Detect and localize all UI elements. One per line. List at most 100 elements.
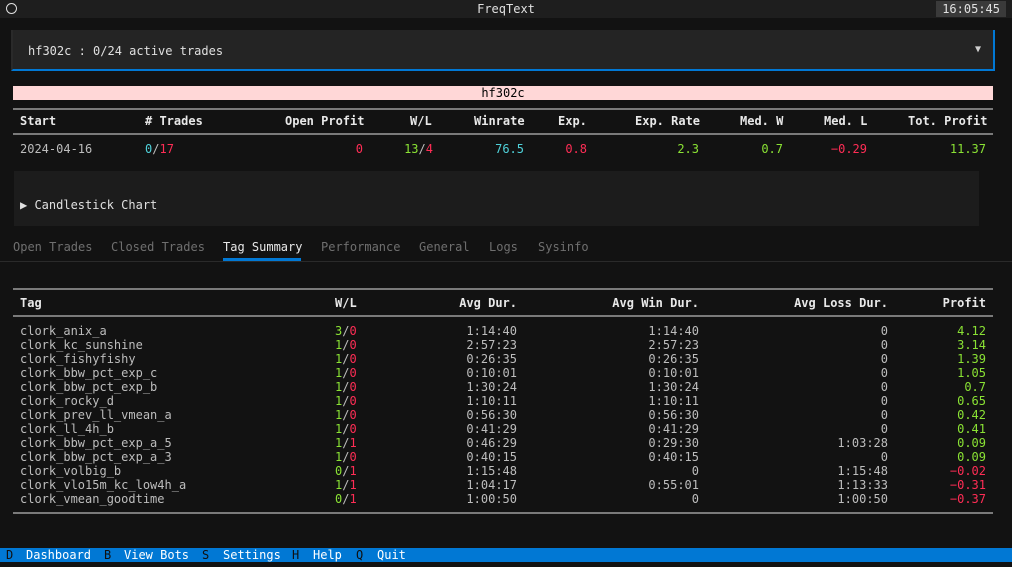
tag-avg-dur: 1:10:11 <box>466 394 517 408</box>
tag-name: clork_bbw_pct_exp_b <box>20 380 158 394</box>
title-bar: FreqText 16:05:45 <box>0 0 1012 18</box>
tag-wl: 1/0 <box>335 352 357 366</box>
tag-name: clork_vlo15m_kc_low4h_a <box>20 478 187 492</box>
tag-wl: 0/1 <box>335 492 357 506</box>
summary-header-tot-profit: Tot. Profit <box>908 114 988 128</box>
tag-losses: 0 <box>349 324 357 338</box>
tag-avg-loss-dur: 1:15:48 <box>837 464 888 478</box>
tag-header-row: Tag W/L Avg Dur. Avg Win Dur. Avg Loss D… <box>13 296 993 310</box>
tag-avg-win-dur: 0:10:01 <box>648 366 699 380</box>
tag-avg-win-dur: 1:10:11 <box>648 394 699 408</box>
tag-avg-dur: 1:04:17 <box>466 478 517 492</box>
tag-losses: 1 <box>349 478 357 492</box>
table-row: clork_kc_sunshine 1/0 2:57:23 2:57:23 0 3.14 <box>13 338 993 352</box>
tag-profit: 4.12 <box>957 324 986 338</box>
tab-performance[interactable]: Performance <box>321 240 400 254</box>
tag-avg-dur: 0:56:30 <box>466 408 517 422</box>
tag-avg-dur: 0:26:35 <box>466 352 517 366</box>
tag-losses: 0 <box>349 338 357 352</box>
tag-name: clork_bbw_pct_exp_a_5 <box>20 436 172 450</box>
table-row: clork_ll_4h_b 1/0 0:41:29 0:41:29 0 0.41 <box>13 422 993 436</box>
tag-avg-win-dur: 2:57:23 <box>648 338 699 352</box>
table-row: clork_prev_ll_vmean_a 1/0 0:56:30 0:56:30 0 0… <box>13 408 993 422</box>
tag-wl: 1/0 <box>335 338 357 352</box>
summary-med-l: −0.29 <box>830 142 867 156</box>
summary-top-rule <box>13 108 993 110</box>
tag-avg-win-dur: 0:41:29 <box>648 422 699 436</box>
summary-trades: 0/17 <box>145 142 174 156</box>
summary-exp: 0.8 <box>565 142 587 156</box>
tab-bar: Open Trades Closed Trades Tag Summary Pe… <box>0 240 1012 262</box>
tag-losses: 0 <box>349 352 357 366</box>
summary-header-exp-rate: Exp. Rate <box>635 114 701 128</box>
tab-closed-trades[interactable]: Closed Trades <box>111 240 205 254</box>
tag-avg-win-dur: 0:29:30 <box>648 436 699 450</box>
summary-header-start: Start <box>20 114 57 128</box>
tag-profit: −0.02 <box>949 464 986 478</box>
footer-help[interactable]: Help <box>313 548 342 562</box>
tag-avg-dur: 1:00:50 <box>466 492 517 506</box>
tag-wl: 3/0 <box>335 324 357 338</box>
tag-losses: 1 <box>349 436 357 450</box>
tab-open-trades[interactable]: Open Trades <box>13 240 92 254</box>
summary-tot-profit: 11.37 <box>949 142 986 156</box>
tag-losses: 0 <box>349 394 357 408</box>
summary-header-trades: # Trades <box>145 114 203 128</box>
tag-name: clork_rocky_d <box>20 394 114 408</box>
tag-avg-dur: 1:14:40 <box>466 324 517 338</box>
tab-logs[interactable]: Logs <box>489 240 518 254</box>
tag-avg-win-dur: 0 <box>691 464 699 478</box>
trades-total: 17 <box>159 142 174 156</box>
tab-general[interactable]: General <box>419 240 470 254</box>
tag-profit: 0.09 <box>957 436 986 450</box>
footer-view-bots[interactable]: View Bots <box>124 548 190 562</box>
tag-wl: 1/0 <box>335 380 357 394</box>
tag-name: clork_bbw_pct_exp_c <box>20 366 158 380</box>
tag-name: clork_bbw_pct_exp_a_3 <box>20 450 172 464</box>
tag-name: clork_kc_sunshine <box>20 338 143 352</box>
summary-header-med-l: Med. L <box>824 114 868 128</box>
candlestick-chart-collapsible[interactable]: ▶ Candlestick Chart <box>14 171 979 226</box>
dropdown-arrow-icon[interactable]: ▼ <box>975 44 981 55</box>
tag-profit: −0.31 <box>949 478 986 492</box>
candlestick-chart-label: ▶ Candlestick Chart <box>20 198 158 212</box>
tag-avg-dur: 1:15:48 <box>466 464 517 478</box>
tag-wl: 1/0 <box>335 366 357 380</box>
app-title: FreqText <box>477 2 535 16</box>
tag-avg-loss-dur: 0 <box>880 422 888 436</box>
summary-header-open-profit: Open Profit <box>285 114 365 128</box>
tag-header-avg-dur: Avg Dur. <box>459 296 517 310</box>
footer-dashboard[interactable]: Dashboard <box>26 548 92 562</box>
tag-avg-win-dur: 1:30:24 <box>648 380 699 394</box>
footer-key-b: B <box>104 548 112 562</box>
tag-name: clork_ll_4h_b <box>20 422 114 436</box>
tag-avg-win-dur: 0:26:35 <box>648 352 699 366</box>
tab-tag-summary[interactable]: Tag Summary <box>223 240 302 254</box>
footer-quit[interactable]: Quit <box>377 548 406 562</box>
wl-separator: / <box>418 142 426 156</box>
footer-settings[interactable]: Settings <box>223 548 281 562</box>
tag-avg-loss-dur: 1:00:50 <box>837 492 888 506</box>
table-row: clork_vmean_goodtime 0/1 1:00:50 0 1:00:50 −0… <box>13 492 993 506</box>
tag-losses: 0 <box>349 450 357 464</box>
summary-open-profit: 0 <box>355 142 363 156</box>
tag-wl: 1/0 <box>335 422 357 436</box>
tag-losses: 0 <box>349 408 357 422</box>
table-row: clork_bbw_pct_exp_b 1/0 1:30:24 1:30:24 0 0.7 <box>13 380 993 394</box>
tag-avg-loss-dur: 0 <box>880 352 888 366</box>
summary-header-exp: Exp. <box>558 114 587 128</box>
tag-losses: 1 <box>349 464 357 478</box>
tag-avg-win-dur: 0:56:30 <box>648 408 699 422</box>
tag-avg-win-dur: 0:40:15 <box>648 450 699 464</box>
summary-data-row: 2024-04-16 0/17 0 13/4 76.5 0.8 2.3 0.7 … <box>13 142 993 156</box>
footer-key-q: Q <box>356 548 364 562</box>
summary-header-wl: W/L <box>410 114 432 128</box>
summary-wl: 13/4 <box>404 142 433 156</box>
tag-name: clork_prev_ll_vmean_a <box>20 408 172 422</box>
tag-header-tag: Tag <box>20 296 42 310</box>
tab-sysinfo[interactable]: Sysinfo <box>538 240 589 254</box>
tag-table-bottom-rule <box>13 512 993 514</box>
bot-selector[interactable]: hf302c : 0/24 active trades ▼ <box>11 30 995 71</box>
table-row: clork_anix_a 3/0 1:14:40 1:14:40 0 4.12 <box>13 324 993 338</box>
summary-exp-rate: 2.3 <box>677 142 699 156</box>
